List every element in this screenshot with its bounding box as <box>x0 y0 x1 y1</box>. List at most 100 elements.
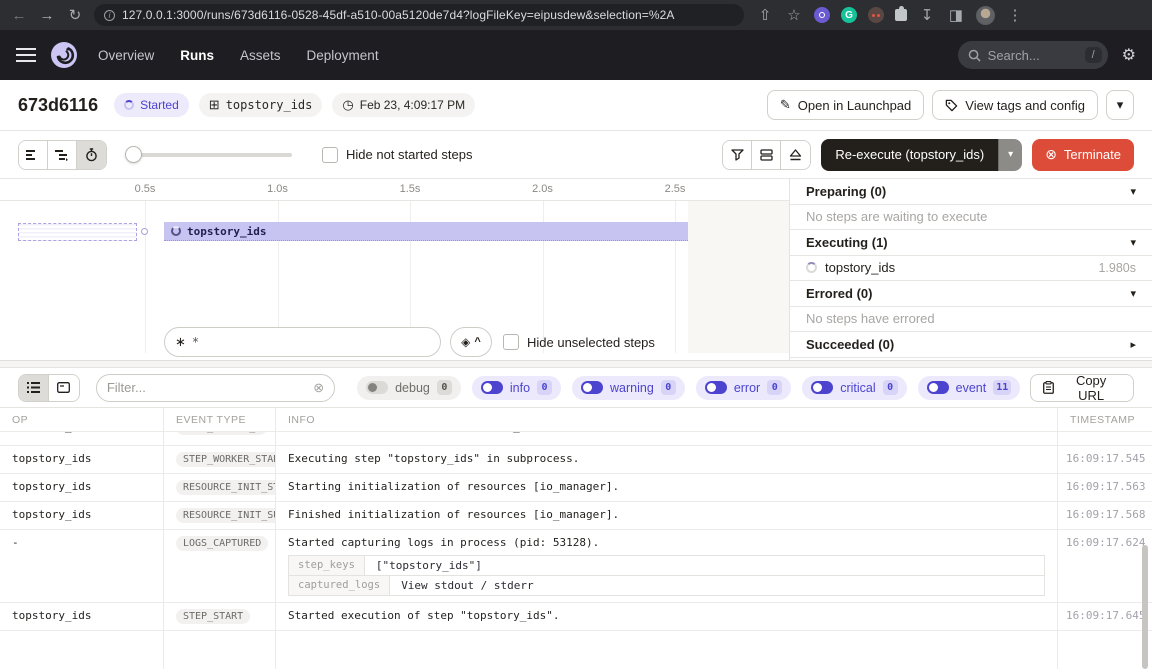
password-extension-icon[interactable] <box>814 7 830 23</box>
level-chip-debug[interactable]: debug0 <box>357 376 461 400</box>
gantt-time-axis: 0.5s1.0s1.5s2.0s2.5s <box>0 179 790 201</box>
nav-tab-runs[interactable]: Runs <box>180 48 214 63</box>
waterfall-view-button[interactable] <box>48 141 77 169</box>
timestamp-cell <box>1058 432 1152 445</box>
step-selector-input[interactable]: ∗ * <box>164 327 441 357</box>
level-count-badge: 0 <box>437 380 452 395</box>
timed-view-button[interactable] <box>77 141 106 169</box>
back-icon[interactable]: ← <box>10 8 28 23</box>
info-text: Executing step "topstory_ids" in subproc… <box>288 452 579 465</box>
gantt-chart: 0.5s1.0s1.5s2.0s2.5s topstory_ids ∗ * ◈ … <box>0 178 790 360</box>
info-cell: Launching subprocess for "topstory_ids". <box>276 432 1058 445</box>
flat-view-button[interactable] <box>19 141 48 169</box>
settings-gear-icon[interactable]: ⚙ <box>1122 45 1136 65</box>
log-row[interactable]: topstory_idsSTEP_WORKER_STARTEDExecuting… <box>0 446 1152 474</box>
log-row[interactable]: topstory_idsSTEP_WORKER_STARTI…Launching… <box>0 432 1152 446</box>
toggle-info <box>481 381 503 394</box>
level-count-badge: 11 <box>993 380 1011 395</box>
address-bar[interactable]: i 127.0.0.1:3000/runs/673d6116-0528-45df… <box>94 4 744 26</box>
profile-avatar[interactable] <box>976 6 995 25</box>
panel-section-header[interactable]: Preparing (0)▾ <box>790 179 1152 205</box>
nav-tab-assets[interactable]: Assets <box>240 48 281 63</box>
terminate-button[interactable]: ⊗ Terminate <box>1032 139 1134 171</box>
level-chip-event[interactable]: event11 <box>918 376 1021 400</box>
downloads-icon[interactable]: ↧ <box>918 8 936 23</box>
step-selector-value: * <box>192 335 199 349</box>
level-chip-info[interactable]: info0 <box>472 376 561 400</box>
collapse-panel-button[interactable] <box>781 141 810 169</box>
zoom-slider-knob[interactable] <box>125 146 142 163</box>
log-table-filler-row <box>0 631 1152 669</box>
layers-icon: ◈ <box>461 335 470 349</box>
log-row[interactable]: topstory_idsRESOURCE_INIT_STAR…Starting … <box>0 474 1152 502</box>
waterfall-view-icon <box>55 149 69 161</box>
toggle-knob <box>929 383 938 392</box>
global-search-input[interactable]: Search... / <box>958 41 1108 69</box>
timestamp-cell: 16:09:17.645 <box>1058 603 1152 630</box>
op-selector-icon: ∗ <box>175 334 186 350</box>
event-type-chip: STEP_START <box>176 609 250 624</box>
spinner-icon <box>124 100 134 110</box>
log-filter-input[interactable]: Filter... ⊗ <box>96 374 335 402</box>
raw-log-button[interactable] <box>49 375 79 401</box>
more-actions-button[interactable]: ▾ <box>1106 90 1134 120</box>
extension-face-icon[interactable] <box>868 7 884 23</box>
reexecute-button[interactable]: Re-execute (topstory_ids) <box>821 139 998 171</box>
gantt-step-bar[interactable]: topstory_ids <box>164 222 688 241</box>
panel-section-header[interactable]: Executing (1)▾ <box>790 230 1152 256</box>
structured-log-button[interactable] <box>19 375 49 401</box>
panel-section-header[interactable]: Succeeded (0)▸ <box>790 332 1152 358</box>
open-launchpad-button[interactable]: ✎ Open in Launchpad <box>767 90 924 120</box>
run-timestamp: Feb 23, 4:09:17 PM <box>360 98 465 112</box>
reload-icon[interactable]: ↻ <box>66 8 84 23</box>
browser-menu-icon[interactable]: ⋮ <box>1006 8 1024 23</box>
toggle-warning <box>581 381 603 394</box>
site-info-icon[interactable]: i <box>104 10 115 21</box>
copy-url-button[interactable]: Copy URL <box>1030 374 1134 402</box>
level-chip-warning[interactable]: warning0 <box>572 376 685 400</box>
nav-tab-overview[interactable]: Overview <box>98 48 154 63</box>
job-name-pill[interactable]: ⊞ topstory_ids <box>199 93 323 117</box>
share-icon[interactable]: ⇧ <box>756 8 774 23</box>
forward-icon[interactable]: → <box>38 8 56 23</box>
view-tags-config-button[interactable]: View tags and config <box>932 90 1098 120</box>
extensions-puzzle-icon[interactable] <box>895 9 907 21</box>
tag-icon <box>945 99 958 112</box>
chevron-up-icon: ^ <box>474 336 480 348</box>
level-label: info <box>510 381 530 395</box>
log-row[interactable]: topstory_idsSTEP_STARTStarted execution … <box>0 603 1152 631</box>
level-chip-error[interactable]: error0 <box>696 376 791 400</box>
gantt-toolbar: Hide not started steps Re-execute (topst… <box>0 131 1152 178</box>
pane-splitter[interactable] <box>0 360 1152 368</box>
op-cell: - <box>0 530 164 602</box>
side-panel-icon[interactable]: ◨ <box>947 8 965 23</box>
metadata-row: step_keys["topstory_ids"] <box>288 555 1045 576</box>
level-chip-critical[interactable]: critical0 <box>802 376 906 400</box>
gantt-pending-box[interactable] <box>18 223 137 241</box>
log-scrollbar-thumb[interactable] <box>1142 545 1148 669</box>
info-text: Starting initialization of resources [io… <box>288 480 619 493</box>
bookmark-star-icon[interactable]: ☆ <box>785 8 803 23</box>
filter-funnel-button[interactable] <box>723 141 752 169</box>
log-view-mode-segment <box>18 374 80 402</box>
clipboard-icon <box>1043 381 1054 394</box>
log-row[interactable]: topstory_idsRESOURCE_INIT_SUCC…Finished … <box>0 502 1152 530</box>
panel-section-header[interactable]: Errored (0)▾ <box>790 281 1152 307</box>
log-row[interactable]: -LOGS_CAPTUREDStarted capturing logs in … <box>0 530 1152 603</box>
nav-tab-deployment[interactable]: Deployment <box>307 48 379 63</box>
graph-depth-button[interactable]: ◈ ^ <box>450 327 492 357</box>
toggle-critical <box>811 381 833 394</box>
metadata-value[interactable]: View stdout / stderr <box>390 575 1045 596</box>
hamburger-menu-icon[interactable] <box>16 48 36 62</box>
split-rows-button[interactable] <box>752 141 781 169</box>
grammarly-extension-icon[interactable]: G <box>841 7 857 23</box>
clear-filter-icon[interactable]: ⊗ <box>313 380 324 396</box>
panel-step-row[interactable]: topstory_ids1.980s <box>790 256 1152 282</box>
reexecute-dropdown-caret[interactable]: ▾ <box>998 139 1022 171</box>
pencil-icon: ✎ <box>780 97 791 113</box>
hide-not-started-checkbox[interactable] <box>322 147 338 163</box>
zoom-slider[interactable] <box>127 153 292 157</box>
hide-unselected-checkbox[interactable] <box>503 334 519 350</box>
url-text[interactable]: 127.0.0.1:3000/runs/673d6116-0528-45df-a… <box>122 8 675 22</box>
dagster-logo[interactable] <box>50 41 78 69</box>
